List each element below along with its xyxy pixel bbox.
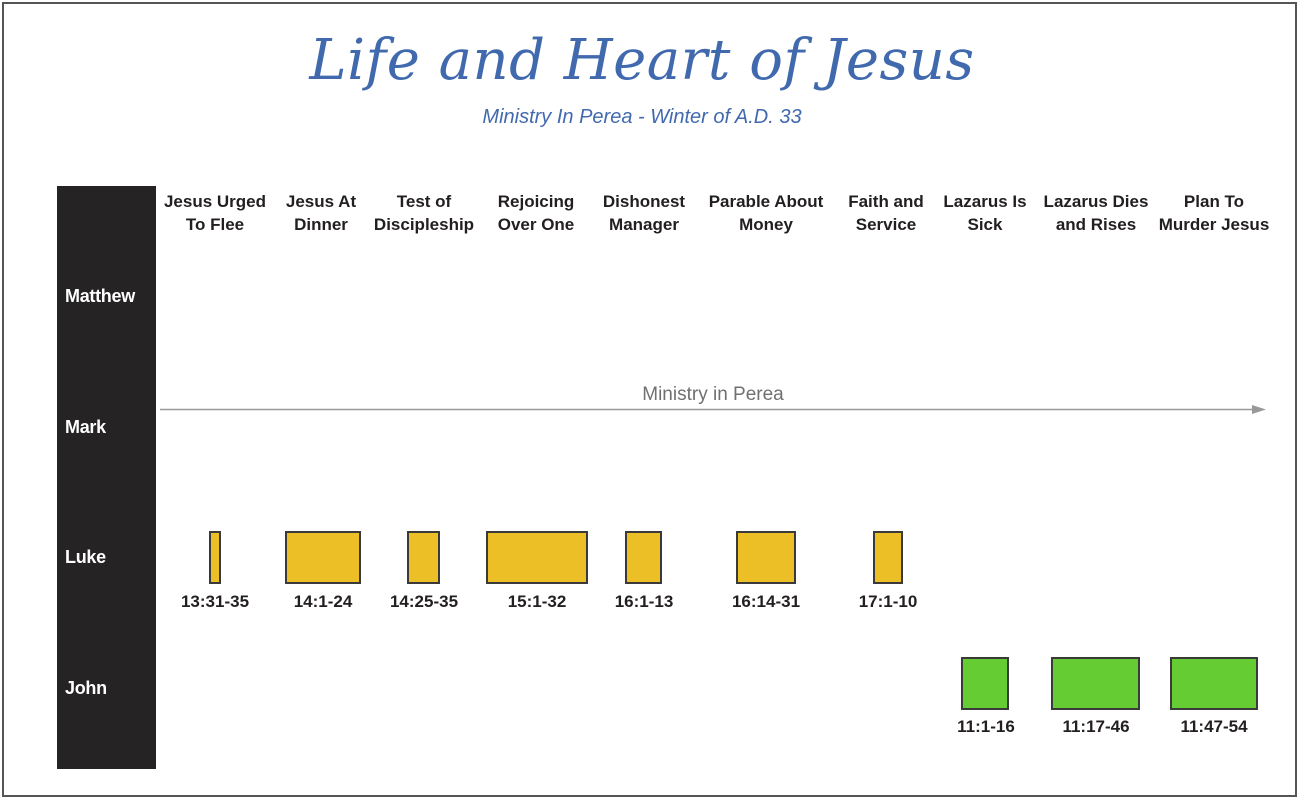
passage-ref-label: 16:1-13 — [614, 592, 674, 611]
event-header: Test of Discipleship — [374, 190, 474, 236]
passage-ref-label: 16:14-31 — [731, 592, 801, 611]
event-header-line: To Flee — [185, 215, 245, 234]
timeline-arrow: Ministry in Perea — [160, 380, 1270, 420]
event-header-line: Rejoicing — [497, 192, 575, 211]
arrow-icon — [160, 405, 1266, 414]
gospel-label-luke: Luke — [65, 547, 106, 567]
passage-box-john — [961, 657, 1009, 710]
passage-box-luke — [209, 531, 221, 584]
event-header-line: Dinner — [294, 215, 348, 234]
event-header: Rejoicing Over One — [498, 190, 575, 236]
event-header-line: Discipleship — [373, 215, 475, 234]
event-header-line: Money — [739, 215, 793, 234]
passage-box-luke — [407, 531, 440, 584]
event-header: Dishonest Manager — [603, 190, 685, 236]
passage-ref-label: 11:1-16 — [957, 717, 1015, 736]
passage-ref-label: 13:31-35 — [180, 592, 250, 611]
arrow-head — [1252, 405, 1266, 414]
event-header-line: and Rises — [1055, 215, 1137, 234]
passage-ref-label: 11:47-54 — [1180, 717, 1248, 736]
diagram-title: Life and Heart of Jesus — [309, 28, 975, 93]
passage-box-john — [1051, 657, 1140, 710]
event-header: Plan To Murder Jesus — [1159, 190, 1270, 236]
event-header-line: Lazarus Dies — [1043, 192, 1149, 211]
event-header: Lazarus Is Sick — [943, 190, 1026, 236]
gospel-label-mark: Mark — [65, 417, 106, 437]
passage-box-luke — [285, 531, 361, 584]
event-header-line: Jesus At — [285, 192, 357, 211]
event-header-line: Service — [855, 215, 917, 234]
passage-ref-label: 17:1-10 — [858, 592, 918, 611]
diagram-subtitle: Ministry In Perea - Winter of A.D. 33 — [482, 106, 802, 128]
event-header: Parable About Money — [709, 190, 824, 236]
event-header-line: Faith and — [848, 192, 924, 211]
event-header-line: Dishonest — [602, 192, 686, 211]
passage-box-luke — [486, 531, 588, 584]
event-header-line: Manager — [609, 215, 679, 234]
gospel-label-john: John — [65, 678, 107, 698]
event-header: Faith and Service — [848, 190, 924, 236]
event-header-line: Lazarus Is — [943, 192, 1027, 211]
passage-ref-label: 14:25-35 — [389, 592, 459, 611]
passage-ref-label: 14:1-24 — [293, 592, 353, 611]
event-header-line: Over One — [497, 215, 575, 234]
gospel-label-matthew: Matthew — [65, 286, 135, 306]
event-header-line: Plan To — [1183, 192, 1245, 211]
event-header-line: Jesus Urged — [163, 192, 267, 211]
passage-box-luke — [873, 531, 903, 584]
passage-box-john — [1170, 657, 1258, 710]
passage-ref-label: 11:17-46 — [1062, 717, 1130, 736]
event-header-line: Sick — [967, 215, 1003, 234]
event-header-line: Test of — [396, 192, 452, 211]
passage-box-luke — [736, 531, 796, 584]
passage-ref-label: 15:1-32 — [507, 592, 567, 611]
passage-box-luke — [625, 531, 662, 584]
event-header-line: Parable About — [708, 192, 824, 211]
event-header: Lazarus Dies and Rises — [1044, 190, 1149, 236]
event-header-line: Murder Jesus — [1158, 215, 1270, 234]
event-header: Jesus At Dinner — [286, 190, 356, 236]
event-header: Jesus Urged To Flee — [164, 190, 266, 236]
